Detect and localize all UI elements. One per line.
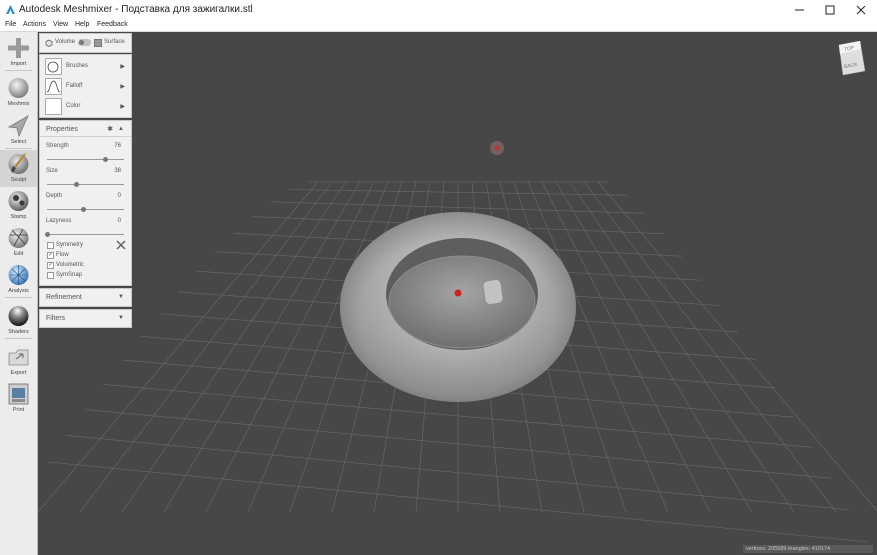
3d-viewport[interactable]: TOP BACK vertices: 205589 triangles: 410…	[38, 32, 877, 555]
tool-import[interactable]: Import	[0, 34, 37, 71]
grid-line	[38, 181, 319, 513]
plus-icon	[8, 38, 29, 58]
tool-label: Export	[10, 370, 27, 376]
tool-edit[interactable]: Edit	[0, 224, 37, 261]
tool-select[interactable]: Select	[0, 112, 37, 149]
tool-sidebar: Import Meshmix Select Sculpt Stamp Edit …	[0, 32, 38, 555]
grid-line	[555, 181, 753, 513]
maximize-icon	[825, 5, 835, 15]
analysis-sphere-icon	[8, 265, 29, 285]
tool-sculpt[interactable]: Sculpt	[0, 150, 37, 187]
tool-label: Sculpt	[10, 177, 27, 183]
maximize-button[interactable]	[814, 0, 846, 20]
toolbar-divider	[5, 297, 32, 298]
title-bar: Autodesk Meshmixer - Подставка для зажиг…	[0, 0, 877, 20]
tool-label: Print	[12, 407, 25, 413]
sculpt-model[interactable]	[340, 212, 576, 402]
grid-line	[163, 181, 361, 513]
tool-label: Stamp	[10, 214, 27, 220]
shader-sphere-icon	[8, 306, 29, 326]
tool-label: Import	[10, 61, 27, 67]
grid-line	[121, 181, 347, 513]
tool-label: Edit	[13, 251, 24, 257]
viewport-scene	[38, 141, 877, 543]
tool-print[interactable]: Print	[0, 380, 37, 417]
brush-icon	[8, 153, 29, 174]
grid-line	[541, 181, 711, 513]
menu-feedback[interactable]: Feedback	[97, 21, 128, 28]
tool-meshmix[interactable]: Meshmix	[0, 74, 37, 111]
menu-actions[interactable]: Actions	[23, 21, 46, 28]
printer-icon	[8, 383, 29, 405]
grid-line	[597, 181, 877, 512]
tool-shaders[interactable]: Shaders	[0, 302, 37, 339]
mesh-stats-bar: vertices: 205589 triangles: 410174	[743, 545, 873, 553]
stamp-icon	[8, 191, 29, 211]
toolbar-divider	[5, 148, 32, 149]
window-title: Autodesk Meshmixer - Подставка для зажиг…	[19, 4, 253, 15]
brush-target-dot	[495, 146, 499, 150]
edit-sphere-icon	[8, 228, 29, 248]
minimize-icon	[795, 9, 804, 11]
tool-export[interactable]: Export	[0, 343, 37, 380]
tool-label: Shaders	[8, 329, 29, 335]
brush-cursor-marker	[454, 289, 462, 297]
tool-label: Select	[10, 139, 27, 145]
export-icon	[8, 349, 29, 366]
grid-line	[583, 181, 837, 513]
tool-label: Analysis	[8, 288, 29, 294]
view-navigation-cube[interactable]: TOP BACK	[836, 40, 866, 77]
tool-analysis[interactable]: Analysis	[0, 261, 37, 298]
grid-line	[569, 181, 795, 513]
toolbar-divider	[5, 70, 32, 71]
sphere-icon	[8, 78, 29, 98]
minimize-button[interactable]	[783, 0, 815, 20]
menu-help[interactable]: Help	[75, 21, 89, 28]
tool-label: Meshmix	[7, 101, 30, 107]
close-button[interactable]	[845, 0, 877, 20]
menu-view[interactable]: View	[53, 21, 68, 28]
toolbar-divider	[5, 338, 32, 339]
app-logo-icon	[6, 5, 15, 14]
menu-bar: File Actions View Help Feedback	[0, 20, 877, 32]
grid-line	[79, 181, 333, 513]
tool-stamp[interactable]: Stamp	[0, 187, 37, 224]
close-icon	[856, 5, 866, 15]
arrow-cursor-icon	[8, 115, 29, 138]
menu-file[interactable]: File	[5, 21, 16, 28]
